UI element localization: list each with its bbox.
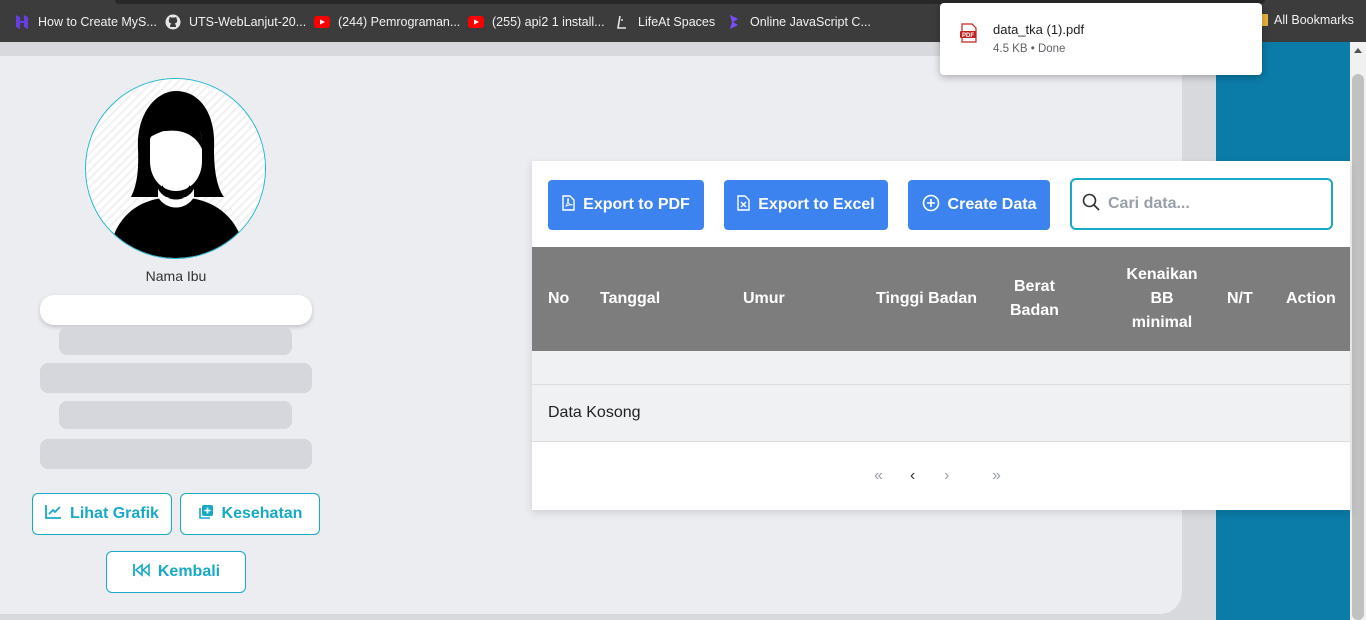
first-page-button[interactable]: « bbox=[874, 467, 883, 485]
bookmark-item-youtube-2[interactable]: (255) api2 1 install... bbox=[468, 13, 605, 31]
column-header-no[interactable]: No bbox=[548, 247, 569, 351]
plus-circle-icon bbox=[922, 194, 940, 217]
prev-page-button[interactable]: ‹ bbox=[910, 467, 915, 485]
medical-plus-icon bbox=[198, 504, 214, 525]
female-avatar-icon bbox=[86, 79, 265, 258]
bookmark-item-youtube-1[interactable]: (244) Pemrograman... bbox=[314, 13, 460, 31]
last-page-button[interactable]: » bbox=[992, 467, 1001, 485]
profile-avatar bbox=[85, 78, 266, 259]
scrollbar-thumb[interactable] bbox=[1352, 74, 1364, 620]
lifeat-icon bbox=[614, 14, 630, 30]
chart-line-icon bbox=[45, 504, 62, 524]
skeleton-line bbox=[59, 401, 292, 429]
download-filename[interactable]: data_tka (1).pdf bbox=[993, 22, 1084, 37]
search-box[interactable] bbox=[1070, 178, 1333, 230]
column-header-umur[interactable]: Umur bbox=[743, 247, 785, 351]
bookmark-label: Online JavaScript C... bbox=[750, 15, 871, 29]
header-line: minimal bbox=[1131, 314, 1193, 331]
table-empty-row: Data Kosong bbox=[532, 385, 1350, 442]
column-header-berat-badan[interactable]: Berat Badan bbox=[1010, 247, 1059, 351]
column-header-kenaikan-bb[interactable]: Kenaikan BB minimal bbox=[1126, 247, 1198, 351]
export-excel-label: Export to Excel bbox=[758, 196, 875, 213]
page-viewport: Nama Ibu Lihat Grafik Kesehatan Kembali … bbox=[0, 42, 1366, 620]
kesehatan-button[interactable]: Kesehatan bbox=[180, 493, 320, 535]
kesehatan-label: Kesehatan bbox=[221, 505, 303, 522]
column-header-tanggal[interactable]: Tanggal bbox=[600, 247, 660, 351]
youtube-icon bbox=[314, 14, 330, 30]
bookmark-label: (244) Pemrograman... bbox=[338, 15, 461, 29]
create-data-button[interactable]: Create Data bbox=[908, 180, 1050, 230]
header-line: BB bbox=[1150, 290, 1174, 307]
bookmark-label: How to Create MyS... bbox=[38, 15, 157, 29]
scrollbar[interactable] bbox=[1350, 42, 1366, 620]
profile-name-label: Nama Ibu bbox=[145, 268, 207, 284]
table-header: No Tanggal Umur Tinggi Badan Berat Badan… bbox=[532, 247, 1350, 351]
github-icon bbox=[165, 14, 181, 30]
kembali-label: Kembali bbox=[157, 563, 221, 580]
skeleton-line bbox=[59, 327, 292, 355]
excel-file-icon bbox=[737, 194, 750, 216]
header-line: Berat bbox=[1014, 278, 1055, 295]
lihat-grafik-label: Lihat Grafik bbox=[70, 505, 159, 522]
bookmark-item-hostinger[interactable]: How to Create MyS... bbox=[14, 13, 157, 31]
bookmark-item-playcode[interactable]: Online JavaScript C... bbox=[726, 13, 871, 31]
bookmark-label: LifeAt Spaces bbox=[638, 15, 716, 29]
pagination: « ‹ › » bbox=[532, 461, 1350, 491]
search-input[interactable] bbox=[1108, 195, 1318, 213]
header-line: Kenaikan bbox=[1126, 266, 1198, 283]
hostinger-icon bbox=[14, 14, 30, 30]
search-icon bbox=[1082, 193, 1100, 216]
create-data-label: Create Data bbox=[947, 196, 1037, 213]
kembali-button[interactable]: Kembali bbox=[106, 551, 246, 593]
data-table-card: Export to PDF Export to Excel Create Dat… bbox=[532, 161, 1350, 510]
bookmark-item-github[interactable]: UTS-WebLanjut-20... bbox=[165, 13, 306, 31]
next-page-button[interactable]: › bbox=[944, 467, 949, 485]
empty-message: Data Kosong bbox=[548, 404, 641, 421]
download-bubble[interactable]: PDF data_tka (1).pdf 4.5 KB • Done bbox=[940, 3, 1262, 75]
skeleton-line bbox=[40, 363, 312, 393]
column-header-tinggi-badan[interactable]: Tinggi Badan bbox=[876, 247, 977, 351]
name-input-placeholder bbox=[40, 295, 312, 325]
column-header-action[interactable]: Action bbox=[1286, 247, 1336, 351]
pdf-file-icon: PDF bbox=[960, 23, 978, 48]
export-pdf-label: Export to PDF bbox=[583, 196, 690, 213]
header-line: Badan bbox=[1010, 302, 1059, 319]
bookmark-label: UTS-WebLanjut-20... bbox=[189, 15, 307, 29]
youtube-icon bbox=[468, 14, 484, 30]
download-status: 4.5 KB • Done bbox=[993, 43, 1066, 55]
lihat-grafik-button[interactable]: Lihat Grafik bbox=[32, 493, 172, 535]
table-row bbox=[532, 351, 1350, 385]
scroll-up-icon[interactable] bbox=[1354, 48, 1362, 53]
pdf-file-icon bbox=[562, 194, 575, 216]
skeleton-line bbox=[40, 439, 312, 469]
svg-text:PDF: PDF bbox=[962, 33, 974, 39]
all-bookmarks-label: All Bookmarks bbox=[1274, 13, 1354, 27]
all-bookmarks-button[interactable]: All Bookmarks bbox=[1258, 13, 1354, 27]
export-excel-button[interactable]: Export to Excel bbox=[724, 180, 888, 230]
bookmark-label: (255) api2 1 install... bbox=[492, 15, 605, 29]
column-header-nt[interactable]: N/T bbox=[1227, 247, 1253, 351]
bookmark-item-lifeat[interactable]: LifeAt Spaces bbox=[614, 13, 715, 31]
export-pdf-button[interactable]: Export to PDF bbox=[548, 180, 704, 230]
rewind-icon bbox=[132, 562, 150, 582]
playcode-icon bbox=[726, 14, 742, 30]
